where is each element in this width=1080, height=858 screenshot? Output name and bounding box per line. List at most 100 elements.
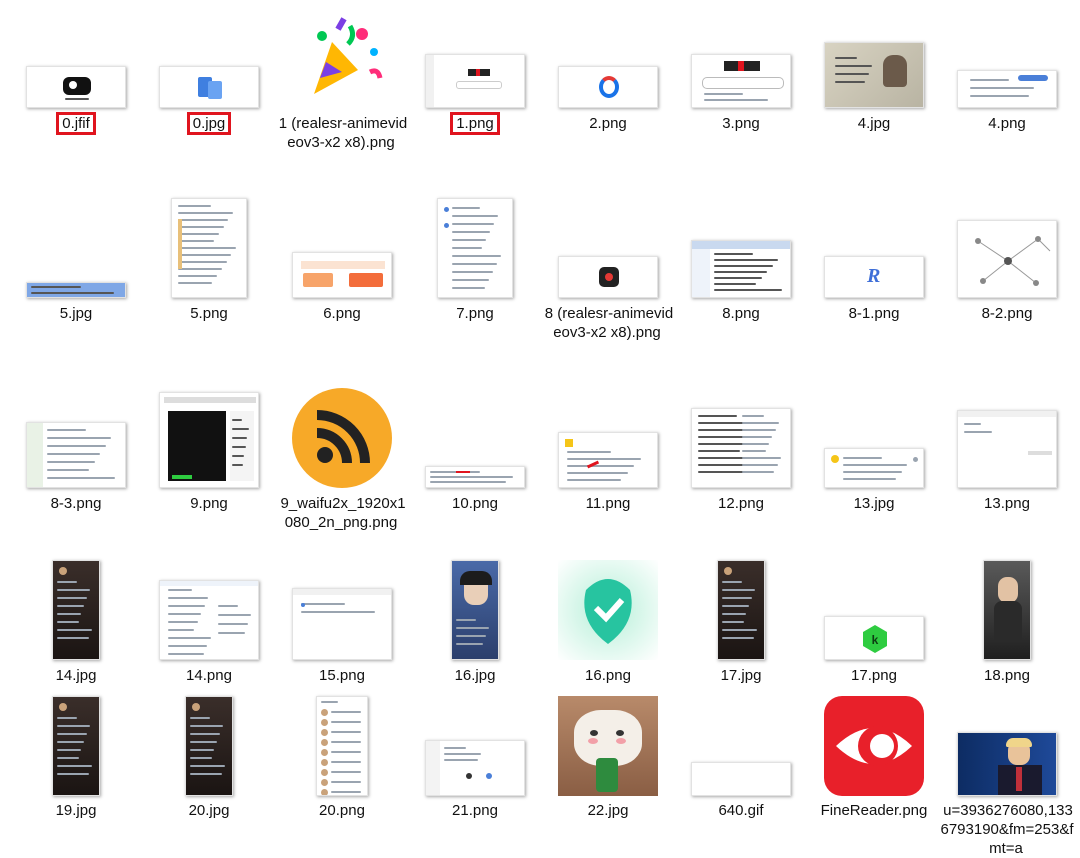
file-name-label: 13.png <box>940 494 1074 513</box>
blank-list-thumbnail[interactable] <box>292 588 392 660</box>
file-name: 14.jpg <box>55 667 97 684</box>
phone-dark-thumbnail[interactable] <box>52 696 100 796</box>
thumbnail-wrapper <box>541 560 675 660</box>
file-name-label: 21.png <box>408 801 542 820</box>
thumbnail-wrapper <box>408 560 542 660</box>
file-name: 8-1.png <box>848 305 900 322</box>
table-strip-thumbnail[interactable] <box>425 466 525 488</box>
properties-dialog-thumbnail[interactable] <box>558 432 658 488</box>
file-name-label: 12.png <box>674 494 808 513</box>
notification-thumbnail[interactable] <box>824 448 924 488</box>
thumbnail-wrapper <box>142 580 276 660</box>
thumbnail-wrapper <box>674 762 808 796</box>
blue-strip-thumbnail[interactable] <box>26 282 126 298</box>
spreadsheet-thumbnail[interactable] <box>691 408 791 488</box>
blue-app-icon-thumbnail[interactable] <box>159 66 259 108</box>
file-explorer-thumbnail[interactable] <box>691 240 791 298</box>
thumbnail-wrapper <box>674 408 808 488</box>
thumbnail-wrapper <box>674 54 808 108</box>
app-window-thumbnail[interactable] <box>425 740 525 796</box>
file-name: 13.jpg <box>853 495 895 512</box>
file-name: 12.png <box>718 495 764 512</box>
drop-icon-thumbnail[interactable] <box>558 66 658 108</box>
blank-window-thumbnail[interactable] <box>957 410 1057 488</box>
file-name-label: 13.jpg <box>807 494 941 513</box>
thumbnail-wrapper <box>940 70 1074 108</box>
file-name-label: 3.png <box>674 114 808 133</box>
settings-form-thumbnail[interactable] <box>159 580 259 660</box>
file-name: 8-3.png <box>50 495 102 512</box>
file-name-label: 8-3.png <box>9 494 143 513</box>
file-name-label: 2.png <box>541 114 675 133</box>
phone-photo-thumbnail[interactable] <box>451 560 499 660</box>
thumbnail-wrapper <box>674 240 808 298</box>
thumbnail-wrapper <box>541 66 675 108</box>
file-name-label: 8.png <box>674 304 808 323</box>
thumbnail-wrapper <box>275 12 409 108</box>
file-name-label: 8 (realesr-animevideov3-x2 x8).png <box>541 304 675 342</box>
file-grid: 0.jfif 0.jpg 1 (realesr-animevideov3-x2 … <box>0 0 1080 857</box>
phone-portrait-thumbnail[interactable] <box>983 560 1031 660</box>
orange-form-thumbnail[interactable] <box>292 252 392 298</box>
chat-window-thumbnail[interactable] <box>957 70 1057 108</box>
thumbnail-wrapper <box>9 66 143 108</box>
thumbnail-wrapper <box>275 696 409 796</box>
record-icon-thumbnail[interactable] <box>558 256 658 298</box>
file-name: 640.gif <box>718 802 764 819</box>
kimi-web-thumbnail[interactable] <box>425 54 525 108</box>
file-name-label: 11.png <box>541 494 675 513</box>
thumbnail-wrapper <box>142 392 276 488</box>
file-name: 7.png <box>456 305 494 322</box>
file-name-label: 1 (realesr-animevideov3-x2 x8).png <box>275 114 409 152</box>
settings-list-thumbnail[interactable] <box>437 198 513 298</box>
thumbnail-wrapper <box>408 466 542 488</box>
thumbnail-wrapper <box>408 740 542 796</box>
chat-list-thumbnail[interactable] <box>26 422 126 488</box>
logo-black-thumbnail[interactable] <box>26 66 126 108</box>
file-name: 19.jpg <box>55 802 97 819</box>
thumbnail-wrapper <box>807 696 941 796</box>
cat-photo-thumbnail[interactable] <box>558 696 658 796</box>
file-name-label: 17.jpg <box>674 666 808 685</box>
file-name-label: 8-2.png <box>940 304 1074 323</box>
file-name-label: 7.png <box>408 304 542 323</box>
file-name-label: 4.jpg <box>807 114 941 133</box>
file-name-label: FineReader.png <box>807 801 941 820</box>
file-name: 5.png <box>190 305 228 322</box>
phone-dark-thumbnail[interactable] <box>185 696 233 796</box>
file-name-label: 16.jpg <box>408 666 542 685</box>
file-name: 20.png <box>319 802 365 819</box>
shield-icon-thumbnail[interactable] <box>558 560 658 660</box>
finereader-icon-thumbnail[interactable] <box>824 696 924 796</box>
blank-thumbnail[interactable] <box>691 762 791 796</box>
news-photo-thumbnail[interactable] <box>957 732 1057 796</box>
file-name: 21.png <box>452 802 498 819</box>
file-name-label: 640.gif <box>674 801 808 820</box>
mind-map-thumbnail[interactable] <box>957 220 1057 298</box>
file-name-label: 20.jpg <box>142 801 276 820</box>
file-name-label: 14.jpg <box>9 666 143 685</box>
thumbnail-wrapper <box>541 432 675 488</box>
phone-dark-thumbnail[interactable] <box>717 560 765 660</box>
file-name: 8.png <box>722 305 760 322</box>
phone-dark-thumbnail[interactable] <box>52 560 100 660</box>
file-name: u=3936276080,1336793190&fm=253&fmt=a <box>940 802 1074 857</box>
highlighted-file-name: 1.png <box>450 112 500 135</box>
document-thumbnail[interactable] <box>171 198 247 298</box>
file-name-label: 20.png <box>275 801 409 820</box>
thumbnail-wrapper <box>9 696 143 796</box>
kimi-search-thumbnail[interactable] <box>691 54 791 108</box>
k-icon-thumbnail[interactable]: k <box>824 616 924 660</box>
rss-icon-thumbnail[interactable] <box>292 388 392 488</box>
id-card-thumbnail[interactable] <box>824 42 924 108</box>
contact-list-thumbnail[interactable] <box>316 696 368 796</box>
r-icon-thumbnail[interactable]: R <box>824 256 924 298</box>
thumbnail-wrapper <box>940 732 1074 796</box>
dark-app-thumbnail[interactable] <box>159 392 259 488</box>
svg-text:k: k <box>872 633 879 647</box>
thumbnail-wrapper <box>9 422 143 488</box>
party-popper-thumbnail[interactable] <box>292 12 392 108</box>
thumbnail-wrapper <box>142 696 276 796</box>
thumbnail-wrapper <box>275 252 409 298</box>
file-name-label: 9.png <box>142 494 276 513</box>
